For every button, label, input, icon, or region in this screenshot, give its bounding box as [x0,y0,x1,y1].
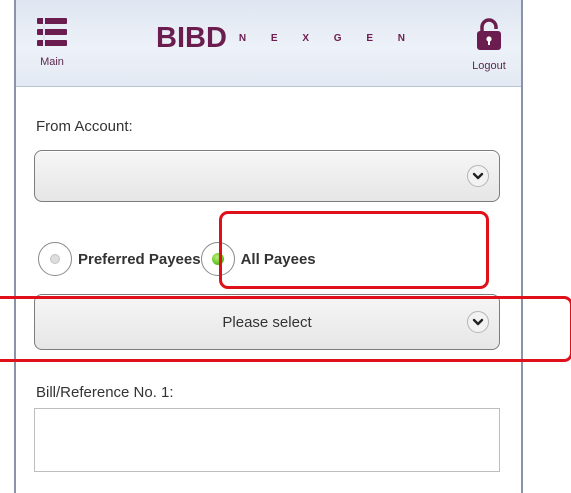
brand-name: BIBD [156,21,227,54]
radio-circle-selected [200,242,235,276]
from-account-label: From Account: [36,118,133,135]
radio-all-payees[interactable]: All Payees [200,242,316,276]
payee-select-value: Please select [222,313,312,331]
logout-label: Logout [472,60,506,72]
chevron-down-icon [467,165,489,187]
mobile-screen: Main BIBD N E X G E N Logout From Accoun… [14,0,523,493]
radio-label: Preferred Payees [78,250,201,268]
chevron-down-icon [467,311,489,333]
payee-type-radio-group: Preferred Payees All Payees [38,240,316,278]
brand-suffix: N E X G E N [238,32,417,44]
from-account-value [35,151,499,201]
from-account-select[interactable] [34,150,500,202]
main-menu-button[interactable]: Main [28,18,76,80]
main-label: Main [40,56,64,68]
bill-reference-input[interactable] [34,408,500,472]
radio-preferred-payees[interactable]: Preferred Payees [38,242,201,276]
bibd-logo: BIBD N E X G E N [156,20,416,56]
lock-icon [477,18,501,50]
payee-select[interactable]: Please select [34,294,500,350]
radio-label: All Payees [240,250,316,268]
radio-circle [38,242,72,276]
app-header: Main BIBD N E X G E N Logout [16,0,521,87]
menu-icon [37,18,67,46]
logout-button[interactable]: Logout [465,18,513,80]
bill-reference-label: Bill/Reference No. 1: [36,384,174,401]
